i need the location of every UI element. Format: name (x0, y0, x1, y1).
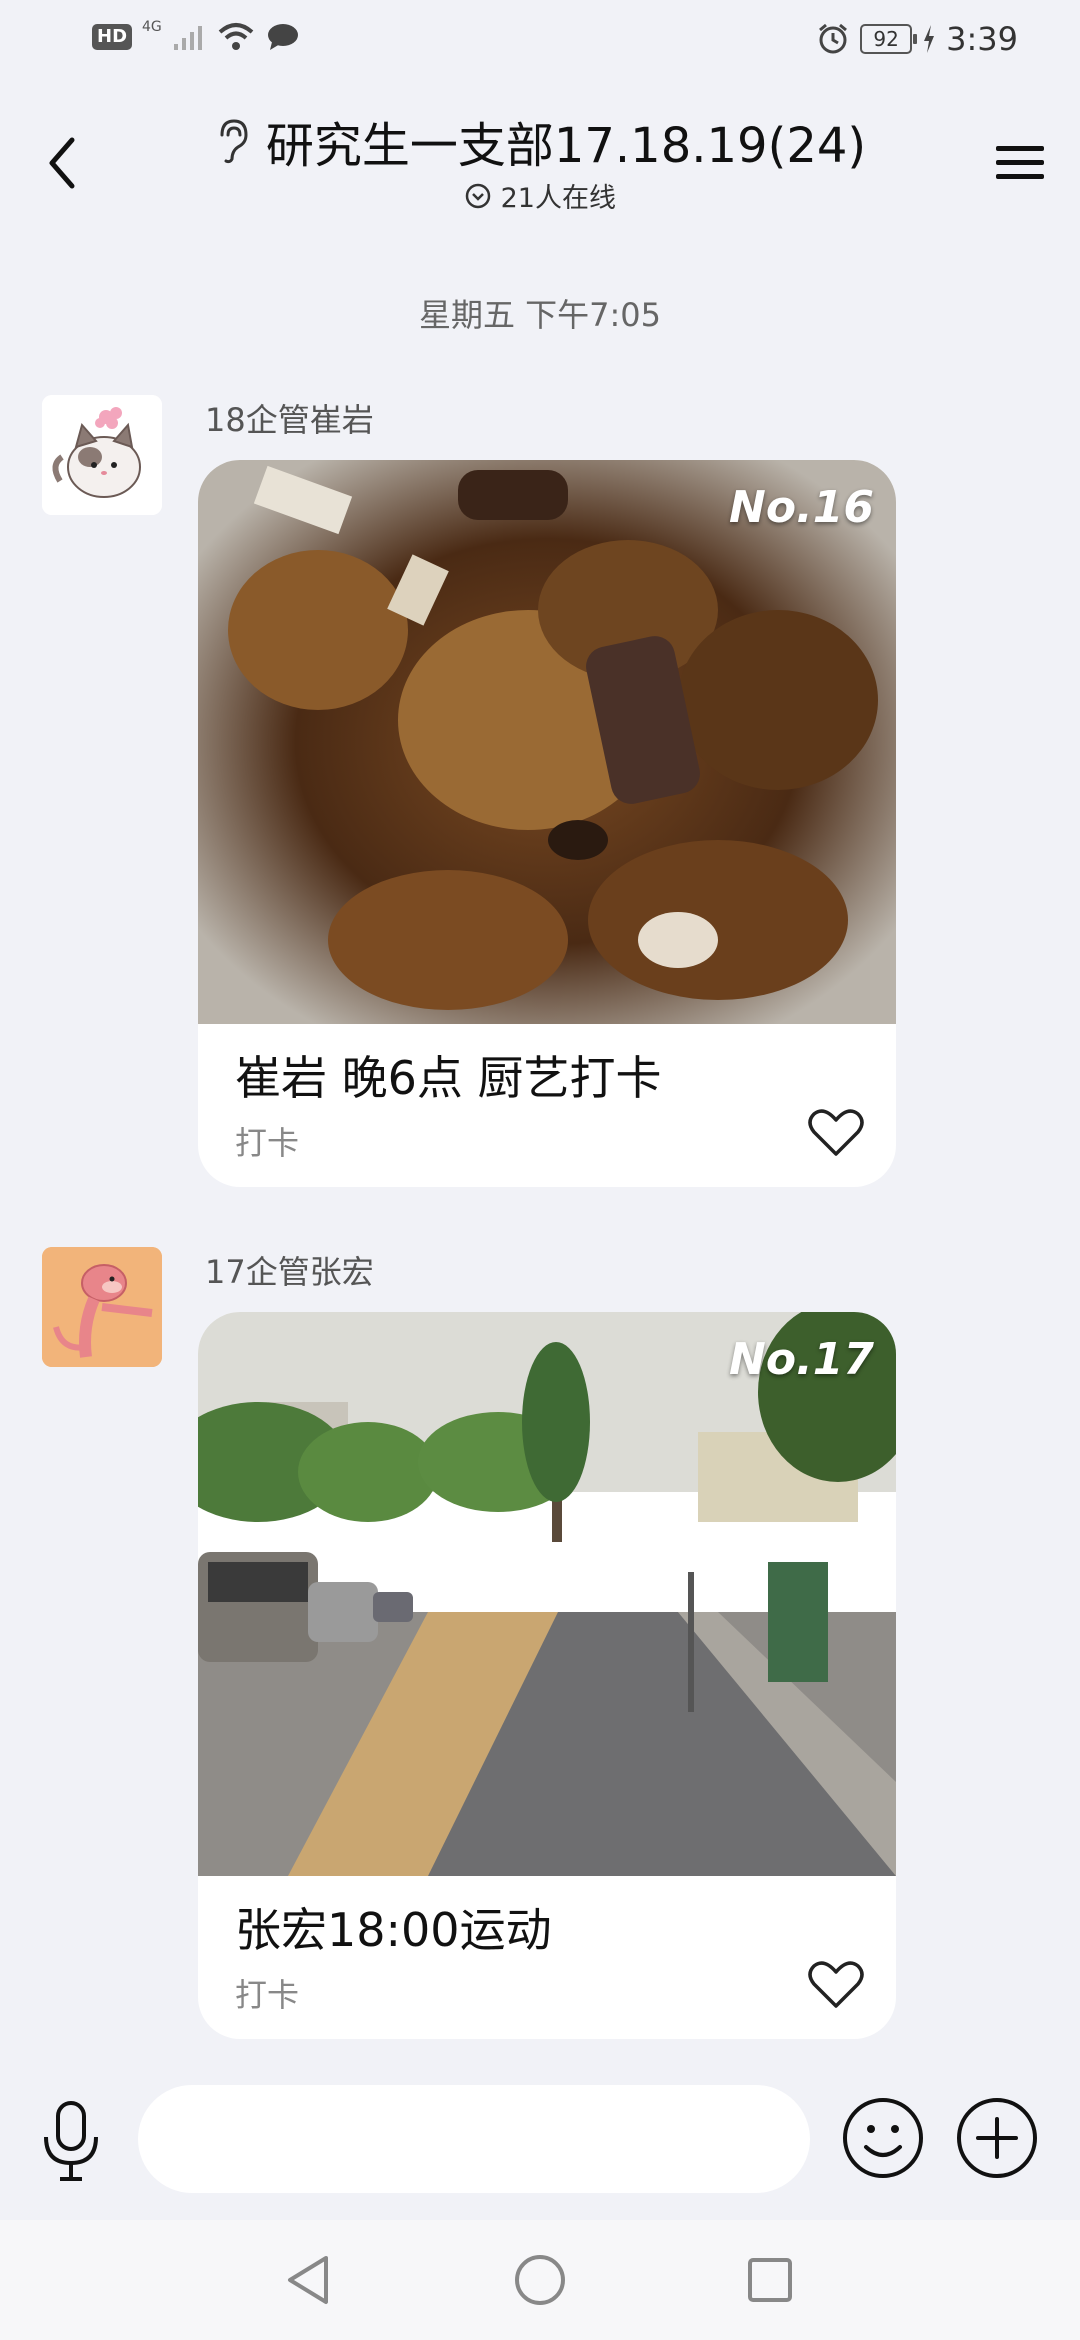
menu-icon[interactable] (990, 132, 1050, 192)
chat-title-text: 研究生一支部17.18.19(24) (265, 118, 867, 174)
heart-icon[interactable] (808, 1108, 864, 1158)
card-subtitle: 打卡 (235, 1976, 300, 2014)
avatar[interactable] (42, 395, 162, 515)
chat-title[interactable]: 研究生一支部17.18.19(24) (214, 106, 866, 176)
system-nav-bar (0, 2220, 1080, 2340)
emoji-icon[interactable] (840, 2095, 926, 2181)
online-status-text: 21人在线 (500, 183, 616, 214)
status-right: 92 3:39 (816, 20, 1018, 58)
pink-panther-avatar-image (42, 1247, 162, 1367)
cat-avatar-image (42, 395, 162, 515)
charging-icon (924, 25, 935, 53)
input-bar (0, 2075, 1080, 2215)
status-bar: HD 4G 92 3:39 (0, 0, 1080, 84)
microphone-icon[interactable] (36, 2097, 106, 2187)
card-title: 张宏18:00运动 (235, 1903, 552, 1957)
checkin-card[interactable]: No.17 张宏18:00运动 打卡 (198, 1312, 896, 2039)
heart-icon[interactable] (808, 1960, 864, 2010)
plus-icon[interactable] (954, 2095, 1040, 2181)
signal-icon (173, 26, 202, 50)
ear-icon (220, 119, 248, 164)
clock: 3:39 (946, 20, 1018, 58)
sender-name: 17企管张宏 (205, 1253, 374, 1291)
message-icon (267, 24, 298, 50)
card-title: 崔岩 晚6点 厨艺打卡 (235, 1051, 662, 1105)
chat-header: 研究生一支部17.18.19(24) 21人在线 (0, 90, 1080, 230)
nav-home-icon[interactable] (510, 2250, 570, 2310)
wifi-icon (218, 23, 254, 50)
online-status[interactable]: 21人在线 (0, 176, 1080, 215)
chevron-down-circle-icon (465, 183, 491, 208)
checkin-card[interactable]: No.16 崔岩 晚6点 厨艺打卡 打卡 (198, 460, 896, 1187)
street-photo[interactable] (198, 1312, 896, 1876)
alarm-icon (819, 23, 848, 54)
title-row: 研究生一支部17.18.19(24) (0, 106, 1080, 176)
card-number-badge: No.17 (729, 1334, 874, 1385)
card-number-badge: No.16 (729, 482, 874, 533)
card-subtitle: 打卡 (235, 1124, 300, 1162)
hd-indicator: HD (92, 24, 133, 50)
message-input[interactable] (138, 2085, 810, 2193)
nav-back-icon[interactable] (280, 2250, 340, 2310)
sender-name: 18企管崔岩 (205, 401, 374, 439)
avatar[interactable] (42, 1247, 162, 1367)
message-timestamp: 星期五 下午7:05 (418, 296, 662, 334)
battery-indicator: 92 (860, 24, 918, 54)
status-left: HD 4G (92, 19, 300, 52)
network-type: 4G (142, 19, 162, 35)
nav-recents-icon[interactable] (740, 2250, 800, 2310)
food-photo[interactable] (198, 460, 896, 1024)
